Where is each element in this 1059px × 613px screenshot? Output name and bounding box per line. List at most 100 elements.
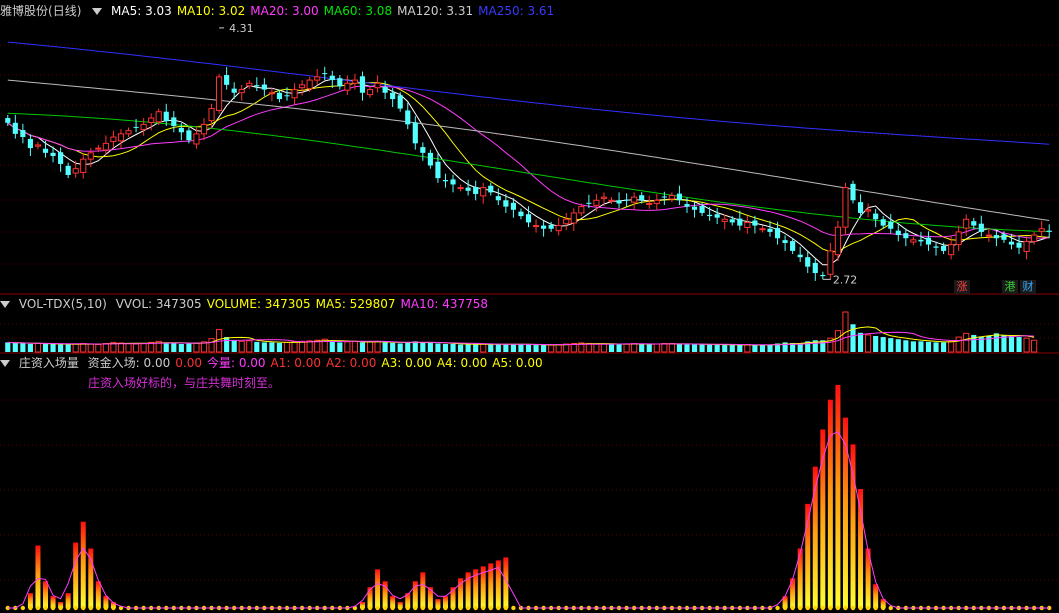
zj-line xyxy=(7,431,1050,609)
candle-body xyxy=(631,196,638,203)
zj-dot xyxy=(828,605,833,611)
candle-body xyxy=(337,78,343,87)
volume-bar xyxy=(661,342,668,353)
candle-body xyxy=(261,84,267,90)
badge-zhang[interactable]: 涨 xyxy=(954,280,970,294)
candle-body xyxy=(291,89,298,99)
zj-dot xyxy=(35,605,41,611)
zj-dot xyxy=(820,605,826,611)
zj-bar xyxy=(873,584,879,608)
dropdown-icon[interactable] xyxy=(0,300,10,308)
zj-dot xyxy=(428,605,433,611)
volume-bar xyxy=(420,342,426,352)
candle-body xyxy=(812,262,818,274)
candle-body xyxy=(1031,234,1038,242)
candle-body xyxy=(299,84,306,89)
candle-body xyxy=(390,92,396,100)
volume-bar xyxy=(600,343,608,353)
candle-body xyxy=(691,206,698,210)
candle-body xyxy=(80,158,87,173)
candle-body xyxy=(465,187,471,191)
zj-dot xyxy=(835,605,841,611)
volume-bar xyxy=(722,345,728,352)
volume-bar xyxy=(473,344,479,352)
candle-body xyxy=(774,228,781,239)
volume-bar xyxy=(1023,337,1030,353)
volume-bar xyxy=(533,345,539,352)
zj-dot xyxy=(458,605,463,611)
volume-bar xyxy=(684,344,690,352)
volume-bar xyxy=(653,343,660,353)
zj-dot xyxy=(28,605,33,611)
zj-dot xyxy=(360,605,365,611)
volume-bar xyxy=(337,342,343,352)
candle-body xyxy=(827,250,834,275)
candle-body xyxy=(231,88,237,93)
candle-body xyxy=(737,218,743,226)
volume-bar xyxy=(488,344,494,352)
volume-bar xyxy=(707,344,713,352)
volume-bar xyxy=(480,343,487,353)
volume-bar xyxy=(132,343,140,353)
candle-body xyxy=(933,246,939,248)
candle-body xyxy=(729,219,735,223)
candle-body xyxy=(888,221,894,229)
candle-body xyxy=(193,133,200,145)
volume-bar xyxy=(50,344,56,352)
volume-bar xyxy=(767,344,773,352)
candle-body xyxy=(555,225,562,232)
zj-dot xyxy=(481,605,486,611)
candle-body xyxy=(178,127,184,133)
volume-bar xyxy=(1031,339,1038,353)
zj-dot xyxy=(503,605,509,611)
ma-legend-2: MA20: 3.00 xyxy=(250,4,319,18)
volume-bar xyxy=(880,337,886,352)
vol-legend-2: MA5: 529807 xyxy=(315,297,396,311)
zj-dot xyxy=(465,605,471,611)
candle-body xyxy=(186,130,192,141)
volume-bar xyxy=(714,344,720,352)
zj-legend-2: 今量: 0.00 xyxy=(206,356,266,370)
candle-body xyxy=(351,79,358,84)
volume-bar xyxy=(933,342,939,352)
candle-body xyxy=(570,212,577,224)
zj-legend-0: 资金入场: 0.00 xyxy=(87,356,171,370)
candle-body xyxy=(359,76,366,93)
candle-body xyxy=(1008,241,1015,245)
zj-bar xyxy=(375,569,381,608)
zj-dot xyxy=(511,605,516,611)
candle-body xyxy=(1023,240,1030,253)
candle-body xyxy=(34,144,42,147)
volume-bar xyxy=(873,336,879,352)
vol-header: VOL-TDX(5,10) VVOL: 347305 VOLUME: 347305… xyxy=(0,296,498,312)
candle-body xyxy=(20,130,26,138)
volume-bar xyxy=(465,344,471,352)
candle-body xyxy=(608,199,615,202)
dropdown-icon[interactable] xyxy=(0,359,10,367)
candle-body xyxy=(767,228,773,232)
candle-body xyxy=(940,245,947,251)
candle-body xyxy=(110,136,117,142)
candle-body xyxy=(616,200,622,204)
volume-bar xyxy=(903,340,909,352)
badge-gang[interactable]: 港 xyxy=(1002,280,1018,294)
vol-legend-0: VVOL: 347305 xyxy=(115,297,202,311)
volume-bar xyxy=(910,341,916,352)
zj-bar xyxy=(73,542,79,608)
candle-body xyxy=(216,76,223,111)
candle-body xyxy=(42,148,49,153)
zj-legend-1: 0.00 xyxy=(175,356,202,370)
zj-bar xyxy=(43,581,49,608)
volume-bar xyxy=(140,342,147,353)
volume-bar xyxy=(797,343,803,352)
volume-bar xyxy=(593,343,600,353)
dropdown-icon[interactable] xyxy=(92,7,103,15)
candle-body xyxy=(744,221,751,228)
candle-body xyxy=(148,117,155,123)
candle-body xyxy=(420,147,426,153)
volume-bar xyxy=(1008,336,1015,352)
candle-body xyxy=(200,123,208,135)
candle-body xyxy=(65,165,71,175)
badge-cai[interactable]: 财 xyxy=(1020,280,1036,294)
volume-bar xyxy=(186,343,192,352)
